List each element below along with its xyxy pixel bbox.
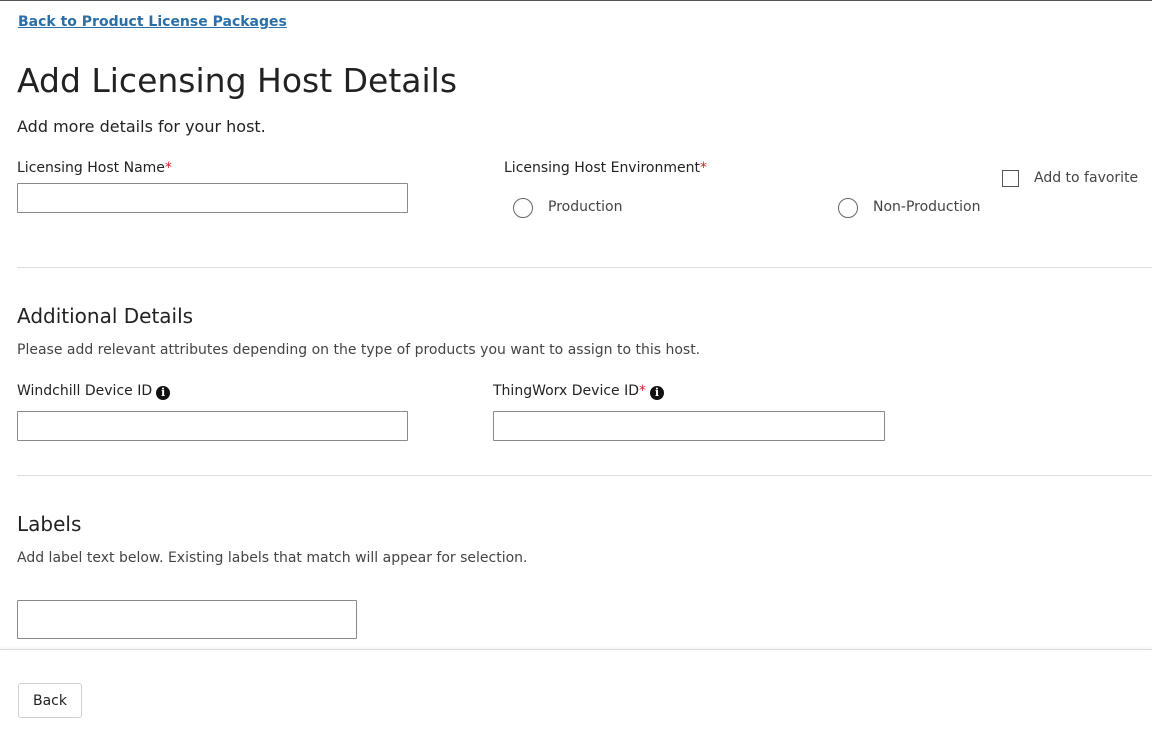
labels-title: Labels <box>17 512 82 536</box>
back-to-packages-link[interactable]: Back to Product License Packages <box>18 14 287 30</box>
non-production-radio[interactable] <box>838 198 858 218</box>
thingworx-device-id-label: ThingWorx Device ID* i <box>493 383 665 400</box>
back-button[interactable]: Back <box>18 683 82 718</box>
label-input[interactable] <box>17 600 357 639</box>
required-marker: * <box>639 383 647 399</box>
required-marker: * <box>700 160 707 176</box>
section-divider <box>17 267 1152 268</box>
additional-details-title: Additional Details <box>17 304 194 328</box>
thingworx-device-id-label-text: ThingWorx Device ID <box>493 383 640 399</box>
production-radio[interactable] <box>513 198 533 218</box>
info-icon[interactable]: i <box>650 386 665 400</box>
host-environment-label: Licensing Host Environment* <box>504 160 707 176</box>
production-radio-label[interactable]: Production <box>548 199 622 215</box>
windchill-device-id-label-text: Windchill Device ID <box>17 383 153 399</box>
windchill-device-id-input[interactable] <box>17 411 408 441</box>
host-name-label-text: Licensing Host Name <box>17 160 165 176</box>
thingworx-device-id-input[interactable] <box>493 411 885 441</box>
additional-details-description: Please add relevant attributes depending… <box>17 342 701 358</box>
add-to-favorite-checkbox[interactable] <box>1002 170 1019 187</box>
footer-bar <box>0 649 1152 752</box>
add-to-favorite-label[interactable]: Add to favorite <box>1034 170 1138 186</box>
host-name-input[interactable] <box>17 183 408 213</box>
labels-description: Add label text below. Existing labels th… <box>17 550 528 566</box>
host-name-label: Licensing Host Name* <box>17 160 172 176</box>
page-title: Add Licensing Host Details <box>17 61 458 100</box>
windchill-device-id-label: Windchill Device ID i <box>17 383 171 400</box>
host-environment-label-text: Licensing Host Environment <box>504 160 700 176</box>
info-icon[interactable]: i <box>156 386 171 400</box>
required-marker: * <box>164 160 172 176</box>
non-production-radio-label[interactable]: Non-Production <box>873 199 980 215</box>
page-subtitle: Add more details for your host. <box>17 117 266 136</box>
section-divider <box>17 475 1152 476</box>
